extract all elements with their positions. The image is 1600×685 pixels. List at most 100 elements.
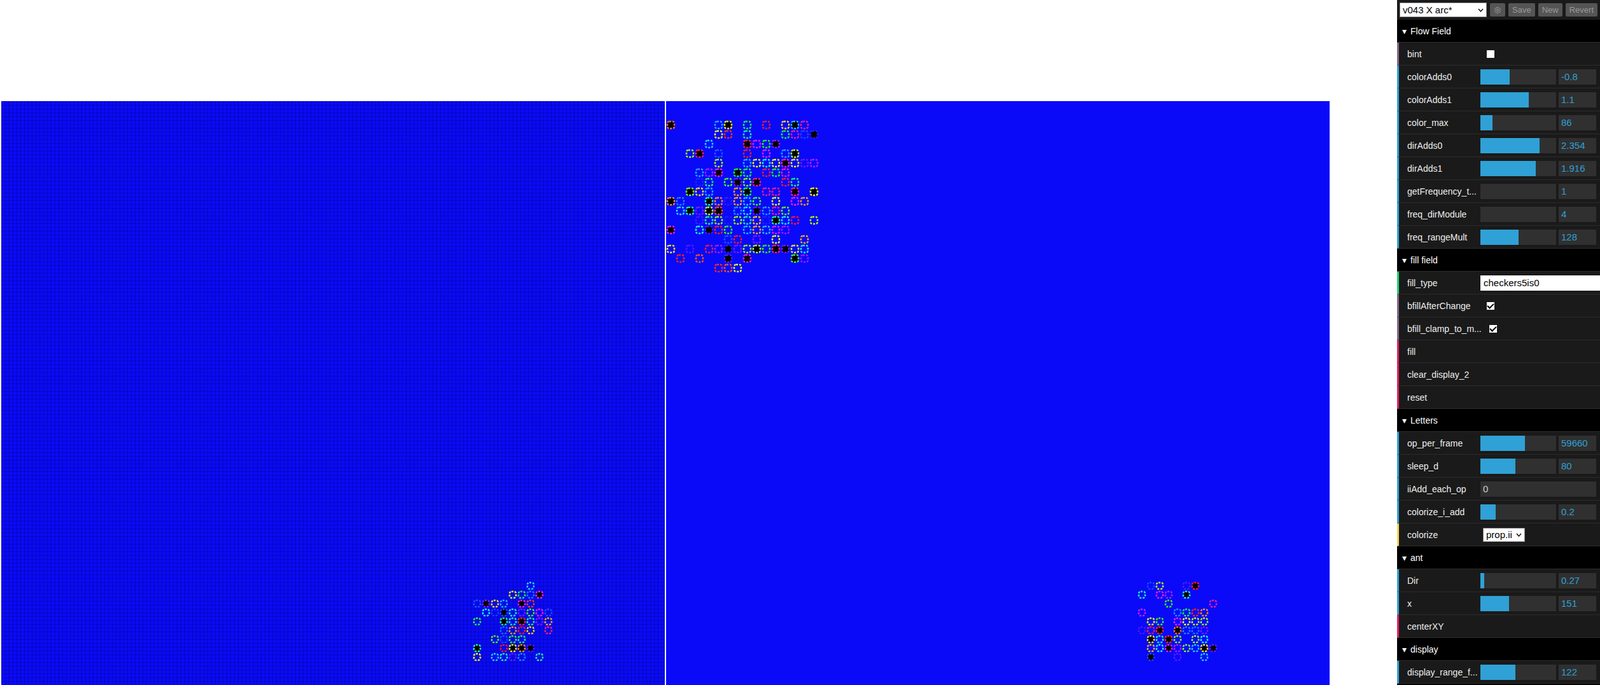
slider-track[interactable] — [1480, 229, 1557, 245]
select-row: colorizeprop.ii — [1397, 523, 1600, 547]
value-field[interactable]: 122 — [1558, 664, 1597, 681]
slider-row: getFrequency_t...1 — [1397, 180, 1600, 203]
number-field[interactable]: 0 — [1480, 481, 1597, 497]
preset-button[interactable]: New — [1538, 3, 1563, 17]
slider-fill — [1480, 664, 1516, 681]
control-label: display_range_f... — [1407, 667, 1481, 678]
slider-track[interactable] — [1480, 92, 1557, 108]
text-field[interactable]: checkers5is0 — [1480, 275, 1600, 291]
control-label: freq_rangeMult — [1407, 232, 1481, 243]
folder-header[interactable]: ▾ant — [1397, 546, 1600, 570]
control-area: 4 — [1480, 206, 1597, 223]
slider-track[interactable] — [1480, 69, 1557, 85]
value-field[interactable]: 1.916 — [1558, 160, 1597, 177]
control-area — [1480, 302, 1597, 310]
control-label: bint — [1407, 48, 1481, 60]
preset-button[interactable]: Save — [1508, 3, 1536, 17]
value-field[interactable]: 2.354 — [1558, 138, 1597, 154]
slider-track[interactable] — [1480, 160, 1557, 177]
folder-header[interactable]: ▾Flow Field — [1397, 19, 1600, 43]
control-panel: v043 X arc* SaveNewRevert ▾Flow Field bint c… — [1397, 0, 1600, 685]
control-area — [1480, 50, 1597, 58]
value-field[interactable]: 0.2 — [1558, 504, 1597, 520]
value-field[interactable]: 1.1 — [1558, 92, 1597, 108]
value-field[interactable]: 0.27 — [1558, 573, 1597, 589]
control-label: fill_type — [1407, 278, 1481, 289]
control-label: colorize_i_add — [1407, 507, 1481, 518]
button-row[interactable]: reset — [1397, 386, 1600, 410]
control-label: color_max — [1407, 117, 1481, 128]
value-field[interactable]: 59660 — [1558, 435, 1597, 452]
checkbox-row: bint — [1397, 42, 1600, 66]
checkbox[interactable] — [1486, 302, 1495, 310]
control-label: colorize — [1407, 529, 1481, 541]
slider-track[interactable] — [1480, 573, 1557, 589]
slider-row: dirAdds0 2.354 — [1397, 134, 1600, 158]
value-field[interactable]: 151 — [1558, 596, 1597, 612]
chevron-down-icon — [1477, 8, 1484, 13]
control-label: iiAdd_each_op — [1407, 484, 1481, 495]
slider-row: colorAdds1 1.1 — [1397, 88, 1600, 112]
chevron-down-icon — [1516, 533, 1522, 537]
slider-fill — [1480, 435, 1525, 452]
number-row: iiAdd_each_op0 — [1397, 477, 1600, 501]
checkbox[interactable] — [1486, 50, 1495, 58]
slider-track[interactable] — [1480, 183, 1557, 200]
control-area: 1.1 — [1480, 92, 1597, 108]
select[interactable]: prop.ii — [1482, 528, 1525, 543]
display-canvas[interactable] — [666, 101, 1330, 685]
control-label: op_per_frame — [1407, 438, 1481, 449]
value-field[interactable]: 86 — [1558, 115, 1597, 131]
folder-header[interactable]: ▾fill field — [1397, 248, 1600, 272]
slider-track[interactable] — [1480, 596, 1557, 612]
preset-select[interactable]: v043 X arc* — [1399, 2, 1487, 18]
button-row[interactable]: fill — [1397, 340, 1600, 364]
slider-track[interactable] — [1480, 664, 1557, 681]
slider-track[interactable] — [1480, 435, 1557, 452]
control-area: 59660 — [1480, 435, 1597, 452]
button-row[interactable]: clear_display_2 — [1397, 363, 1600, 387]
slider-row: freq_dirModule 4 — [1397, 202, 1600, 226]
folder-header[interactable]: ▾display — [1397, 638, 1600, 661]
slider-track[interactable] — [1480, 504, 1557, 520]
slider-track[interactable] — [1480, 458, 1557, 474]
control-area: -0.8 — [1480, 69, 1597, 85]
slider-row: colorAdds0 -0.8 — [1397, 65, 1600, 89]
slider-row: freq_rangeMult 128 — [1397, 225, 1600, 249]
control-label: bfill_clamp_to_m... — [1407, 323, 1483, 334]
slider-fill — [1480, 69, 1510, 85]
folder-header[interactable]: ▾Letters — [1397, 409, 1600, 432]
slider-row: colorize_i_add 0.2 — [1397, 500, 1600, 524]
value-field[interactable]: 1 — [1558, 183, 1597, 200]
gear-button[interactable] — [1489, 3, 1506, 17]
control-label: fill — [1407, 346, 1481, 357]
preset-button[interactable]: Revert — [1565, 3, 1598, 17]
checkbox[interactable] — [1489, 325, 1497, 333]
ant-trail-drawing — [666, 120, 822, 276]
value-field[interactable]: 80 — [1558, 458, 1597, 474]
control-area: 0.27 — [1480, 573, 1597, 589]
control-label: freq_dirModule — [1407, 209, 1481, 220]
preset-bar: v043 X arc* SaveNewRevert — [1397, 0, 1600, 20]
control-label: Dir — [1407, 575, 1481, 586]
value-field[interactable]: 4 — [1558, 206, 1597, 223]
slider-row: color_max 86 — [1397, 111, 1600, 135]
control-label: dirAdds0 — [1407, 140, 1481, 151]
checkbox-row: bfillAfterChange — [1397, 294, 1600, 318]
slider-fill — [1480, 229, 1519, 245]
gear-icon — [1493, 6, 1502, 14]
slider-row: x151 — [1397, 592, 1600, 616]
control-label: centerXY — [1407, 621, 1481, 632]
slider-track[interactable] — [1480, 206, 1557, 223]
control-area: 80 — [1480, 458, 1597, 474]
slider-track[interactable] — [1480, 115, 1557, 131]
value-field[interactable]: -0.8 — [1558, 69, 1597, 85]
button-row[interactable]: centerXY — [1397, 615, 1600, 639]
control-label: colorAdds0 — [1407, 71, 1481, 83]
flow-field-canvas[interactable] — [1, 101, 665, 685]
value-field[interactable]: 128 — [1558, 229, 1597, 245]
control-label: dirAdds1 — [1407, 163, 1481, 174]
slider-row: sleep_d80 — [1397, 454, 1600, 478]
control-label: colorAdds1 — [1407, 94, 1481, 105]
slider-track[interactable] — [1480, 138, 1557, 154]
